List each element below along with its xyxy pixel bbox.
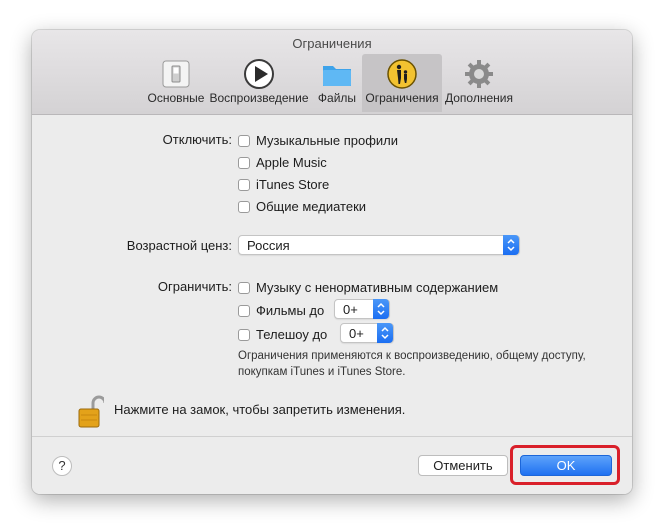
restrictions-note-line2: покупкам iTunes и iTunes Store. [238,366,406,378]
checkbox-box[interactable] [238,200,250,213]
disable-label: Отключить: [162,132,232,147]
tab-restrictions[interactable]: Ограничения [362,54,442,112]
checkbox-explicit-music[interactable]: Музыку с ненормативным содержанием [238,280,498,295]
checkbox-box[interactable] [238,328,250,341]
tab-label: Ограничения [365,91,439,105]
checkbox-label: Общие медиатеки [256,199,367,214]
ok-button-highlight [510,445,620,485]
checkbox-box[interactable] [238,178,250,191]
restrictions-note-line1: Ограничения применяются к воспроизведени… [238,350,586,362]
checkbox-itunes-store[interactable]: iTunes Store [238,177,329,192]
checkbox-label: Музыку с ненормативным содержанием [256,280,499,295]
tab-files[interactable]: Файлы [314,54,360,112]
tab-label: Основные [147,91,205,105]
tab-general[interactable]: Основные [144,54,208,112]
help-button[interactable]: ? [52,456,72,476]
tab-label: Дополнения [445,91,513,105]
tab-advanced[interactable]: Дополнения [444,54,514,112]
play-icon [244,59,274,89]
switch-icon [162,60,190,88]
chevron-updown-icon [503,235,519,255]
checkbox-shared-libraries[interactable]: Общие медиатеки [238,199,366,214]
chevron-updown-icon [373,299,389,319]
checkbox-label: Apple Music [256,155,327,170]
movies-rating-select[interactable]: 0+ [334,299,390,319]
checkbox-label: Телешоу до [256,327,328,342]
lock-hint-text: Нажмите на замок, чтобы запретить измене… [114,402,406,417]
checkbox-movies[interactable]: Фильмы до [238,303,324,318]
dialog-footer: ? Отменить OK [32,437,632,494]
tv-rating-select[interactable]: 0+ [340,323,394,343]
toolbar: Ограничения Основные Воспроизведение Фай… [32,30,632,115]
checkbox-label: Музыкальные профили [256,133,399,148]
restrict-label: Ограничить: [157,279,232,294]
checkbox-box[interactable] [238,304,250,317]
restrictions-pane: Отключить: Музыкальные профили Apple Mus… [32,115,632,437]
parental-controls-icon [387,59,417,89]
checkbox-label: Фильмы до [256,303,325,318]
checkbox-tv-shows[interactable]: Телешоу до [238,327,327,342]
checkbox-music-profiles[interactable]: Музыкальные профили [238,133,398,148]
checkbox-box[interactable] [238,156,250,169]
lock-icon[interactable] [78,395,104,429]
tab-label: Воспроизведение [209,91,309,105]
cancel-button[interactable]: Отменить [418,455,508,476]
restrictions-window: Ограничения Основные Воспроизведение Фай… [32,30,632,494]
folder-icon [323,66,351,86]
window-title: Ограничения [292,36,372,51]
tab-label: Файлы [317,91,357,105]
select-value: Россия [247,238,290,253]
tab-playback[interactable]: Воспроизведение [208,54,310,112]
chevron-updown-icon [377,323,393,343]
checkbox-label: iTunes Store [256,177,330,192]
select-value: 0+ [349,326,364,341]
rating-region-select[interactable]: Россия [238,235,520,255]
checkbox-box[interactable] [238,281,250,294]
checkbox-apple-music[interactable]: Apple Music [238,155,327,170]
checkbox-box[interactable] [238,134,250,147]
rating-label: Возрастной ценз: [126,238,232,253]
gear-icon [465,60,493,88]
select-value: 0+ [343,302,358,317]
